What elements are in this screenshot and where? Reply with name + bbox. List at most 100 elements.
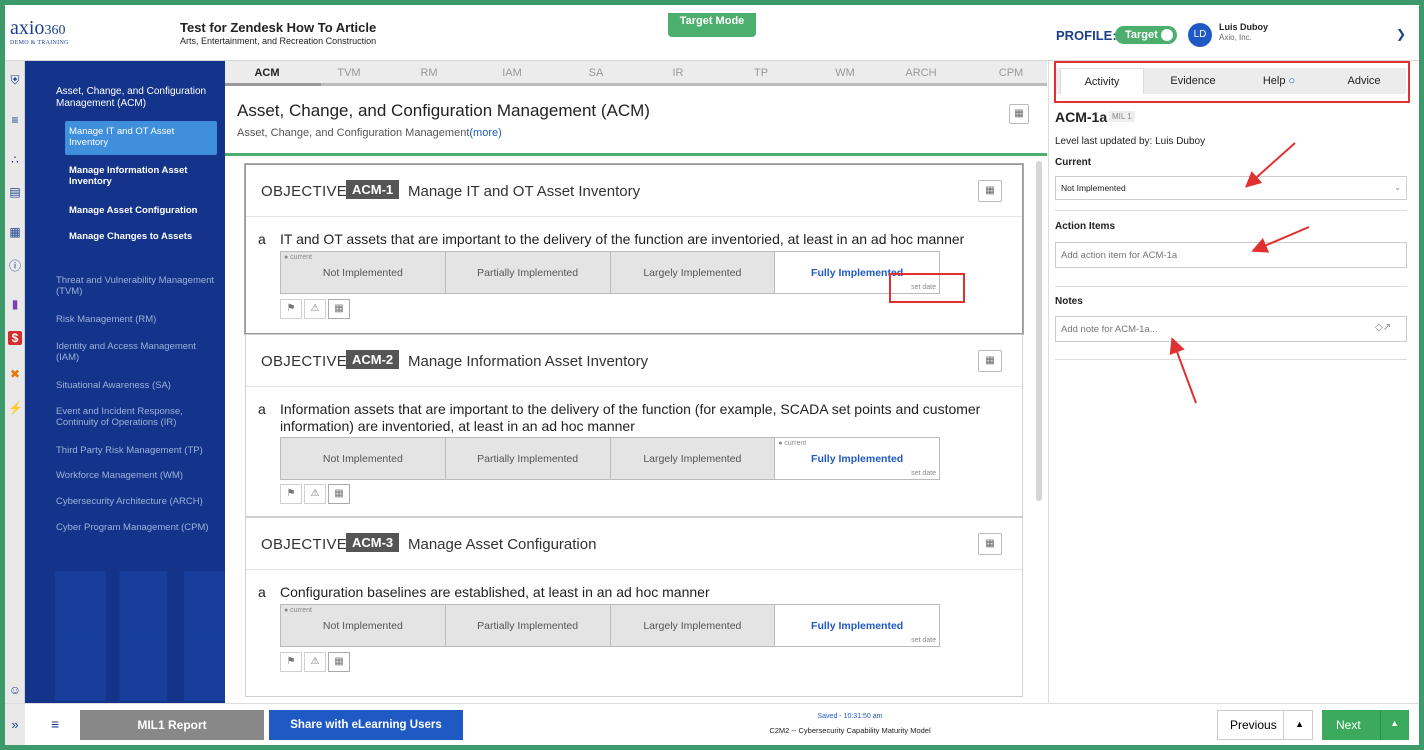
profile-toggle[interactable]: Target <box>1115 26 1177 44</box>
calendar-icon[interactable]: ▦ <box>8 225 22 239</box>
warning-icon[interactable]: ⚠ <box>304 299 326 319</box>
divider <box>1283 711 1284 739</box>
level-partially-implemented[interactable]: Partially Implemented <box>445 252 611 293</box>
org-chart-icon[interactable]: ▦ <box>328 299 350 319</box>
sidebar-domain-tp[interactable]: Third Party Risk Management (TP) <box>56 445 221 456</box>
sidebar-current-domain[interactable]: Asset, Change, and Configuration Managem… <box>56 86 216 110</box>
level-not-implemented[interactable]: Not Implemented <box>281 438 446 479</box>
warning-icon[interactable]: ⚠ <box>304 652 326 672</box>
level-fully-implemented[interactable]: ● current Fully Implemented set date <box>775 438 939 479</box>
sidebar-domain-tvm[interactable]: Threat and Vulnerability Management (TVM… <box>56 275 221 297</box>
tab-rm[interactable]: RM <box>399 67 459 79</box>
level-label: Partially Implemented <box>477 619 579 632</box>
sidebar-practice-acm-3[interactable]: Manage Asset Configuration <box>65 202 217 219</box>
practice-detail-panel: Activity Evidence Help ○ Advice ACM-1a M… <box>1048 61 1419 703</box>
caret-up-icon: ▲ <box>1390 718 1399 728</box>
scrollbar[interactable] <box>1036 161 1042 501</box>
objective-id: ACM-1 <box>346 180 400 199</box>
tab-iam[interactable]: IAM <box>482 67 542 79</box>
org-chart-icon[interactable]: ▦ <box>1009 104 1029 124</box>
sidebar-practice-acm-2[interactable]: Manage Information Asset Inventory <box>65 162 217 190</box>
app-frame: axio360 DEMO & TRAINING Test for Zendesk… <box>5 5 1419 745</box>
smiley-icon[interactable]: ☺ <box>8 683 22 697</box>
org-chart-icon[interactable]: ▦ <box>978 180 1002 202</box>
action-items-label: Action Items <box>1055 221 1116 232</box>
share-button[interactable]: Share with eLearning Users <box>269 710 463 740</box>
current-tag: ● current <box>778 440 807 447</box>
sidebar-domain-wm[interactable]: Workforce Management (WM) <box>56 470 221 481</box>
layers-icon[interactable]: ≡ <box>8 113 22 127</box>
set-date-link[interactable]: set date <box>911 470 936 477</box>
logo-main: axio <box>10 17 45 39</box>
document-list-icon[interactable]: ▤ <box>8 185 22 199</box>
sidebar-domain-arch[interactable]: Cybersecurity Architecture (ARCH) <box>56 496 221 507</box>
tab-acm[interactable]: ACM <box>237 67 297 79</box>
sidebar-domain-sa[interactable]: Situational Awareness (SA) <box>56 380 221 391</box>
level-largely-implemented[interactable]: Largely Implemented <box>610 252 776 293</box>
footer-bar: » ≡ MIL1 Report Share with eLearning Use… <box>5 703 1419 745</box>
next-label: Next <box>1336 718 1361 732</box>
previous-button[interactable]: Previous ▲ <box>1217 710 1313 740</box>
info-icon[interactable]: ⓘ <box>8 259 22 273</box>
level-not-implemented[interactable]: ● current Not Implemented <box>281 605 446 646</box>
tab-arch[interactable]: ARCH <box>891 67 951 79</box>
org-chart-icon[interactable]: ▦ <box>328 484 350 504</box>
action-item-input[interactable] <box>1055 242 1407 268</box>
axio-logo[interactable]: axio360 DEMO & TRAINING <box>10 17 69 47</box>
org-chart-icon[interactable]: ▦ <box>978 350 1002 372</box>
level-partially-implemented[interactable]: Partially Implemented <box>445 438 611 479</box>
chevron-down-icon[interactable]: ❯ <box>1396 27 1406 41</box>
tab-tp[interactable]: TP <box>731 67 791 79</box>
sidebar-practice-acm-4[interactable]: Manage Changes to Assets <box>65 228 217 245</box>
dollar-icon[interactable]: $ <box>8 331 22 345</box>
sidebar-practice-acm-1[interactable]: Manage IT and OT Asset Inventory <box>65 121 217 155</box>
caret-up-icon: ▲ <box>1295 719 1304 729</box>
last-updated-text: Level last updated by: Luis Duboy <box>1055 136 1206 147</box>
tab-wm[interactable]: WM <box>815 67 875 79</box>
org-chart-icon[interactable]: ▦ <box>978 533 1002 555</box>
flag-icon[interactable]: ⚑ <box>280 299 302 319</box>
page-subtitle: Asset, Change, and Configuration Managem… <box>237 127 502 139</box>
level-fully-implemented[interactable]: Fully Implemented set date <box>775 605 939 646</box>
sidebar-domain-ir[interactable]: Event and Incident Response, Continuity … <box>56 406 221 428</box>
avatar[interactable]: LD <box>1188 23 1212 47</box>
flag-icon[interactable]: ⚑ <box>280 652 302 672</box>
file-icon[interactable]: ▮ <box>8 297 22 311</box>
lightning-icon[interactable]: ⚡ <box>8 401 23 415</box>
tools-icon[interactable]: ✖ <box>8 367 22 381</box>
chart-icon[interactable]: ∴ <box>8 153 22 167</box>
practice-text: Information assets that are important to… <box>280 401 981 434</box>
current-level-select[interactable]: Not Implemented ⌄ <box>1055 176 1407 200</box>
level-partially-implemented[interactable]: Partially Implemented <box>445 605 611 646</box>
list-toggle-icon[interactable]: ≡ <box>51 716 59 732</box>
tab-cpm[interactable]: CPM <box>981 67 1041 79</box>
sidebar-domain-rm[interactable]: Risk Management (RM) <box>56 314 221 325</box>
sidebar-domain-cpm[interactable]: Cyber Program Management (CPM) <box>56 522 221 533</box>
app-header: axio360 DEMO & TRAINING Test for Zendesk… <box>5 5 1419 61</box>
warning-icon[interactable]: ⚠ <box>304 484 326 504</box>
domain-description: Asset, Change, and Configuration Managem… <box>237 127 470 139</box>
practice-letter: a <box>258 584 266 600</box>
more-link[interactable]: (more) <box>469 127 501 139</box>
objective-title: Manage Asset Configuration <box>408 536 597 553</box>
level-largely-implemented[interactable]: Largely Implemented <box>610 605 776 646</box>
level-not-implemented[interactable]: ● current Not Implemented <box>281 252 446 293</box>
sidebar-domain-iam[interactable]: Identity and Access Management (IAM) <box>56 341 221 363</box>
practice-text: Configuration baselines are established,… <box>280 584 710 600</box>
level-largely-implemented[interactable]: Largely Implemented <box>610 438 776 479</box>
expand-icon[interactable]: » <box>5 704 25 745</box>
tab-tvm[interactable]: TVM <box>319 67 379 79</box>
page-title: Asset, Change, and Configuration Managem… <box>237 101 650 120</box>
next-button[interactable]: Next ▲ <box>1322 710 1409 740</box>
maturity-levels: ● current Not Implemented Partially Imple… <box>280 251 940 294</box>
org-chart-icon[interactable]: ▦ <box>328 652 350 672</box>
set-date-link[interactable]: set date <box>911 637 936 644</box>
notes-input[interactable] <box>1055 316 1407 342</box>
tab-ir[interactable]: IR <box>648 67 708 79</box>
divider <box>1055 210 1407 211</box>
shield-check-icon[interactable]: ⛨ <box>8 73 22 87</box>
tab-sa[interactable]: SA <box>566 67 626 79</box>
tag-icon[interactable]: ◇↗ <box>1375 322 1391 333</box>
mil1-report-button[interactable]: MIL1 Report <box>80 710 264 740</box>
flag-icon[interactable]: ⚑ <box>280 484 302 504</box>
